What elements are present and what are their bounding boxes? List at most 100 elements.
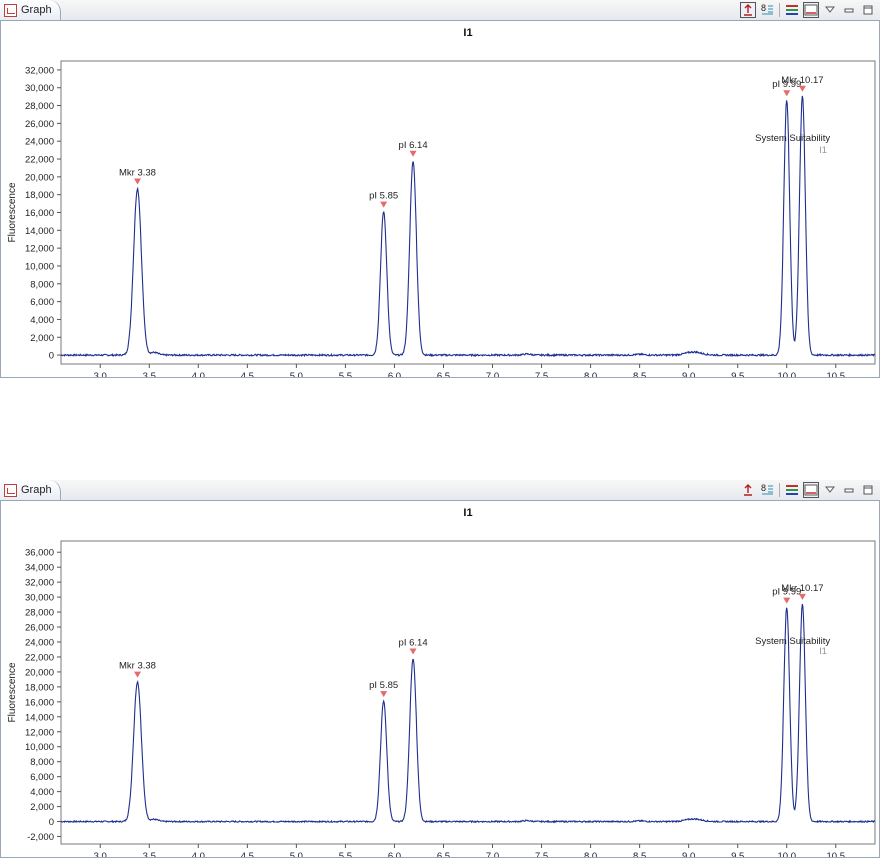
y-tick-label: 24,000 bbox=[25, 137, 54, 148]
view-toolbar: 8 bbox=[740, 481, 876, 499]
tab-graph-label: Graph bbox=[21, 4, 52, 16]
y-tick-label: 20,000 bbox=[25, 667, 54, 678]
y-tick-label: 18,000 bbox=[25, 682, 54, 693]
y-tick-label: 30,000 bbox=[25, 83, 54, 94]
graph-panel-top: Graph 8 I1 0 2,000 4,000 6,000 8,000 10,… bbox=[0, 0, 880, 393]
dropdown-icon[interactable] bbox=[822, 482, 838, 498]
y-tick-label: 24,000 bbox=[25, 638, 54, 649]
x-tick-label: 10.5 bbox=[827, 851, 846, 857]
chart-frame: I1 0 2,000 4,000 6,000 8,000 10,000 12,000 14,00… bbox=[0, 21, 880, 393]
y-tick-label: 14,000 bbox=[25, 712, 54, 723]
x-tick-label: 3.0 bbox=[94, 851, 107, 857]
x-tick-label: 6.0 bbox=[388, 851, 401, 857]
y-tick-label: -2,000 bbox=[27, 832, 54, 843]
y-tick-label: 12,000 bbox=[25, 727, 54, 738]
y-tick-label: 6,000 bbox=[30, 772, 54, 783]
y-tick-label: 22,000 bbox=[25, 652, 54, 663]
graph-icon bbox=[4, 483, 17, 497]
y-tick-label: 36,000 bbox=[25, 548, 54, 559]
y-tick-label: 16,000 bbox=[25, 208, 54, 219]
peak-label-icon[interactable]: 8 bbox=[759, 482, 775, 498]
x-tick-label: 5.5 bbox=[339, 851, 352, 857]
electropherogram-chart-bottom: I1 -2,000 0 2,000 4,000 6,000 8,000 10,000 12,00… bbox=[7, 507, 876, 862]
legend-icon[interactable] bbox=[784, 482, 800, 498]
peak-marker bbox=[409, 648, 417, 655]
x-tick-label: 4.0 bbox=[192, 851, 205, 857]
peak-label: Mkr 3.38 bbox=[119, 661, 156, 672]
view-icon[interactable] bbox=[803, 2, 819, 18]
x-tick-label: 5.0 bbox=[290, 851, 303, 857]
y-tick-label: 2,000 bbox=[30, 802, 54, 813]
y-tick-label: 6,000 bbox=[30, 297, 54, 308]
x-tick-label: 9.0 bbox=[682, 851, 695, 857]
y-tick-label: 8,000 bbox=[30, 279, 54, 290]
sample-label: I1 bbox=[819, 145, 827, 156]
tab-graph[interactable]: Graph bbox=[0, 480, 61, 500]
minimize-icon[interactable] bbox=[841, 482, 857, 498]
x-tick-label: 5.0 bbox=[290, 371, 303, 377]
peak-label-icon[interactable]: 8 bbox=[759, 2, 775, 18]
svg-text:8: 8 bbox=[761, 483, 766, 493]
tab-graph[interactable]: Graph bbox=[0, 0, 61, 20]
x-tick-label: 4.0 bbox=[192, 371, 205, 377]
chart-frame: I1 -2,000 0 2,000 4,000 6,000 8,000 10,000 12,00… bbox=[0, 501, 880, 862]
x-tick-label: 4.5 bbox=[241, 371, 254, 377]
maximize-icon[interactable] bbox=[860, 2, 876, 18]
peak-label: pI 5.85 bbox=[369, 191, 398, 202]
trace-line bbox=[60, 95, 876, 358]
plot-area bbox=[60, 540, 876, 845]
x-tick-label: 6.5 bbox=[437, 371, 450, 377]
x-tick-label: 10.0 bbox=[777, 851, 796, 857]
y-tick-label: 26,000 bbox=[25, 623, 54, 634]
y-tick-label: 16,000 bbox=[25, 697, 54, 708]
x-tick-label: 6.0 bbox=[388, 371, 401, 377]
y-tick-label: 0 bbox=[49, 351, 54, 362]
y-tick-label: 14,000 bbox=[25, 226, 54, 237]
y-tick-label: 8,000 bbox=[30, 757, 54, 768]
peak-marker bbox=[409, 150, 417, 157]
peak-label: pI 6.14 bbox=[399, 637, 428, 648]
legend-icon[interactable] bbox=[784, 2, 800, 18]
minimize-icon[interactable] bbox=[841, 2, 857, 18]
peak-label: Mkr 3.38 bbox=[119, 167, 156, 178]
y-tick-label: 30,000 bbox=[25, 593, 54, 604]
peak-marker bbox=[133, 671, 141, 678]
x-tick-label: 10.5 bbox=[827, 371, 846, 377]
y-tick-label: 34,000 bbox=[25, 563, 54, 574]
tab-bar: Graph 8 bbox=[0, 480, 880, 501]
y-tick-label: 2,000 bbox=[30, 333, 54, 344]
y-tick-label: 10,000 bbox=[25, 261, 54, 272]
pin-icon[interactable] bbox=[740, 482, 756, 498]
x-tick-label: 9.5 bbox=[731, 371, 744, 377]
view-toolbar: 8 bbox=[740, 1, 876, 19]
maximize-icon[interactable] bbox=[860, 482, 876, 498]
y-tick-label: 28,000 bbox=[25, 608, 54, 619]
dropdown-icon[interactable] bbox=[822, 2, 838, 18]
peak-marker bbox=[380, 691, 388, 698]
y-tick-label: 18,000 bbox=[25, 190, 54, 201]
chart-title: I1 bbox=[463, 27, 472, 39]
x-tick-label: 6.5 bbox=[437, 851, 450, 857]
y-tick-label: 32,000 bbox=[25, 65, 54, 76]
view-icon[interactable] bbox=[803, 482, 819, 498]
x-tick-label: 10.0 bbox=[777, 371, 796, 377]
x-tick-label: 7.5 bbox=[535, 851, 548, 857]
x-tick-label: 7.0 bbox=[486, 851, 499, 857]
y-tick-label: 0 bbox=[49, 817, 54, 828]
peak-marker bbox=[133, 178, 141, 185]
peak-marker bbox=[783, 90, 791, 97]
sample-group-label: System Suitability bbox=[755, 133, 830, 144]
tab-graph-label: Graph bbox=[21, 484, 52, 496]
y-tick-label: 10,000 bbox=[25, 742, 54, 753]
graph-panel-bottom: Graph 8 I1 -2,000 0 2,000 4,000 6,000 8,… bbox=[0, 480, 880, 862]
x-tick-label: 5.5 bbox=[339, 371, 352, 377]
trace-line bbox=[60, 603, 876, 824]
sample-label: I1 bbox=[819, 646, 827, 657]
y-tick-label: 26,000 bbox=[25, 119, 54, 130]
pin-icon[interactable] bbox=[740, 2, 756, 18]
tab-bar: Graph 8 bbox=[0, 0, 880, 21]
x-tick-label: 3.5 bbox=[143, 371, 156, 377]
x-tick-label: 8.0 bbox=[584, 371, 597, 377]
peak-label: pI 6.14 bbox=[399, 140, 428, 151]
x-tick-label: 3.5 bbox=[143, 851, 156, 857]
